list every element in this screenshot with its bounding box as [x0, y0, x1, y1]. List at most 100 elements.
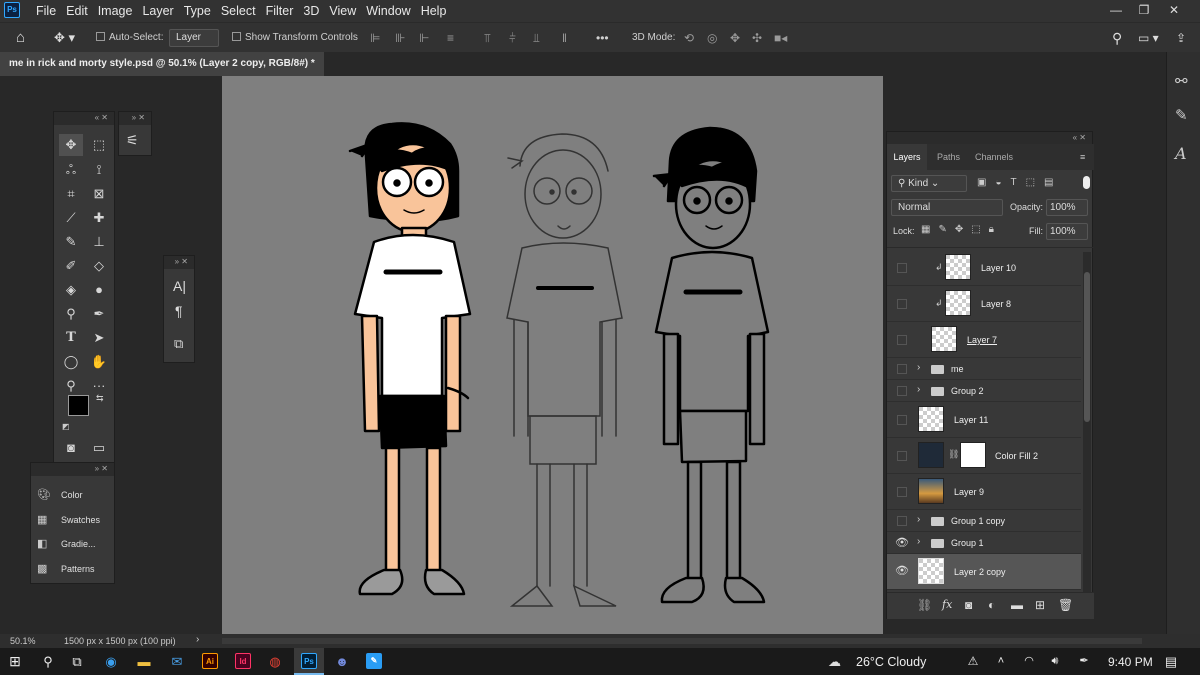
default-colors-icon[interactable]: ◩	[62, 422, 70, 431]
volume-icon[interactable]: 🔊︎	[1044, 651, 1066, 672]
blur-tool-icon[interactable]: ●	[87, 279, 111, 301]
file-explorer-icon[interactable]: ▬	[133, 651, 155, 672]
paragraph-panel-icon[interactable]: ¶	[175, 303, 183, 319]
adjustment-layer-icon[interactable]: ◐	[988, 598, 995, 612]
fill-input[interactable]: 100%	[1046, 223, 1088, 240]
layer-row-group-1[interactable]: 👁︎ › Group 1	[887, 532, 1081, 554]
brush-settings-icon[interactable]: ✎	[1175, 106, 1188, 124]
layer-row-layer-10[interactable]: ↲ Layer 10	[887, 250, 1081, 286]
lock-icons[interactable]: ▦✎✥⬚🔒︎	[921, 224, 1002, 235]
weather-icon[interactable]: ☁	[828, 654, 841, 670]
menu-type[interactable]: Type	[179, 0, 216, 22]
zoom-tool-icon[interactable]: ⚲	[59, 375, 83, 397]
menu-window[interactable]: Window	[361, 0, 415, 22]
visibility-toggle[interactable]	[897, 487, 907, 497]
marquee-tool-icon[interactable]: ⬚	[87, 134, 111, 156]
layers-scrollbar[interactable]	[1083, 252, 1091, 592]
layer-row-layer-2-copy[interactable]: 👁︎ Layer 2 copy	[887, 554, 1081, 590]
screen-mode-icon[interactable]: ▭	[87, 437, 111, 459]
tray-icon[interactable]: ⚠	[962, 651, 984, 672]
align-top-icon[interactable]: ⫪	[484, 23, 491, 53]
auto-select-dropdown[interactable]: Layer ⌄	[169, 29, 219, 59]
history-brush-tool-icon[interactable]: ✐	[59, 255, 83, 277]
3d-pan-icon[interactable]: ✥	[730, 23, 740, 53]
horizontal-scrollbar[interactable]	[222, 638, 1142, 644]
panel-header[interactable]: » ✕	[119, 112, 151, 125]
align-bottom-icon[interactable]: ⫫	[533, 23, 540, 53]
chrome-icon[interactable]: ◍	[264, 651, 286, 672]
expand-arrow-icon[interactable]: ›	[917, 514, 920, 525]
clone-stamp-tool-icon[interactable]: ⊥	[87, 231, 111, 253]
lasso-tool-icon[interactable]: ஃ	[59, 159, 83, 181]
panel-header[interactable]: » ✕	[164, 256, 194, 269]
tools-panel-header[interactable]: « ✕	[54, 112, 114, 125]
layer-row-me[interactable]: › me	[887, 358, 1081, 380]
link-icon[interactable]: ⛓︎	[948, 449, 959, 460]
eyedropper-tool-icon[interactable]: ⟋	[59, 207, 83, 229]
trash-icon[interactable]: 🗑︎	[1058, 598, 1073, 612]
visibility-toggle[interactable]	[897, 335, 907, 345]
panel-menu-icon[interactable]: ≡	[1080, 144, 1085, 170]
swatches-panel-button[interactable]: ▦ Swatches	[37, 509, 100, 531]
visibility-toggle[interactable]	[897, 415, 907, 425]
kind-filter-dropdown[interactable]: ⚲ Kind ⌄	[891, 175, 967, 192]
opacity-input[interactable]: 100%	[1046, 199, 1088, 216]
menu-3d[interactable]: 3D	[298, 0, 324, 22]
panel-header[interactable]: » ✕	[31, 463, 114, 476]
character-icon[interactable]: A	[1175, 144, 1187, 163]
3d-panel-icon[interactable]: ⧉	[174, 336, 183, 352]
swap-colors-icon[interactable]: ⇆	[96, 393, 104, 404]
tab-channels[interactable]: Channels	[975, 144, 1013, 170]
crop-tool-icon[interactable]: ⌗	[59, 183, 83, 205]
paint-bucket-tool-icon[interactable]: ◈	[59, 279, 83, 301]
gradients-panel-button[interactable]: ◧ Gradie...	[37, 533, 96, 555]
tab-paths[interactable]: Paths	[937, 144, 960, 170]
foreground-color-swatch[interactable]	[68, 395, 89, 416]
properties-icon[interactable]: ⚟	[126, 132, 139, 149]
expand-arrow-icon[interactable]: ›	[917, 362, 920, 373]
visibility-toggle[interactable]	[897, 299, 907, 309]
link-layers-icon[interactable]: ⛓︎	[917, 598, 932, 612]
menu-layer[interactable]: Layer	[137, 0, 178, 22]
pen-app-icon[interactable]: ✎	[366, 653, 382, 669]
color-panel-button[interactable]: 🎨︎ Color	[37, 484, 83, 506]
add-mask-icon[interactable]: ◙	[965, 598, 972, 612]
illustrator-icon[interactable]: Ai	[202, 653, 218, 669]
new-group-icon[interactable]: ▬	[1011, 598, 1023, 612]
layer-row-group-1-copy[interactable]: › Group 1 copy	[887, 510, 1081, 532]
wifi-icon[interactable]: ◠	[1018, 651, 1040, 672]
minimize-button[interactable]: —	[1102, 0, 1130, 22]
menu-filter[interactable]: Filter	[261, 0, 299, 22]
visibility-toggle[interactable]	[897, 386, 907, 396]
scroll-thumb[interactable]	[1084, 272, 1090, 422]
more-options-button[interactable]: •••	[596, 23, 609, 53]
distribute-icon[interactable]: ≡	[447, 23, 454, 53]
auto-select-checkbox[interactable]: Auto-Select:	[96, 23, 163, 53]
distribute-vertical-icon[interactable]: ‖	[562, 23, 567, 53]
eye-icon[interactable]: 👁︎	[895, 564, 909, 577]
expand-arrow-icon[interactable]: ›	[917, 384, 920, 395]
indesign-icon[interactable]: Id	[235, 653, 251, 669]
show-transform-checkbox[interactable]: Show Transform Controls	[232, 23, 358, 53]
visibility-toggle[interactable]	[897, 263, 907, 273]
restore-button[interactable]: ❐	[1130, 0, 1158, 22]
move-tool-icon[interactable]: ✥ ▾	[54, 23, 75, 53]
brush-tool-icon[interactable]: ✎	[59, 231, 83, 253]
chevron-up-icon[interactable]: ˄	[990, 651, 1012, 672]
pen-workspace-icon[interactable]: ✒	[1073, 651, 1095, 672]
layer-row-layer-11[interactable]: Layer 11	[887, 402, 1081, 438]
new-layer-icon[interactable]: ⊞	[1035, 598, 1045, 612]
layer-row-group-2[interactable]: › Group 2	[887, 380, 1081, 402]
adjustments-icon[interactable]: ⚯	[1175, 72, 1188, 90]
move-tool-icon[interactable]: ✥	[59, 134, 83, 156]
clock[interactable]: 9:40 PM	[1108, 655, 1153, 669]
align-right-icon[interactable]: ⊩	[419, 23, 429, 53]
menu-select[interactable]: Select	[216, 0, 261, 22]
3d-orbit-icon[interactable]: ⟲	[684, 23, 694, 53]
zoom-level[interactable]: 50.1%	[10, 636, 36, 646]
home-icon[interactable]: ⌂	[16, 23, 25, 53]
document-canvas[interactable]	[222, 76, 883, 634]
tab-layers[interactable]: Layers	[887, 144, 927, 170]
weather-text[interactable]: 26°C Cloudy	[856, 655, 926, 669]
fx-icon[interactable]: fx	[942, 598, 952, 611]
